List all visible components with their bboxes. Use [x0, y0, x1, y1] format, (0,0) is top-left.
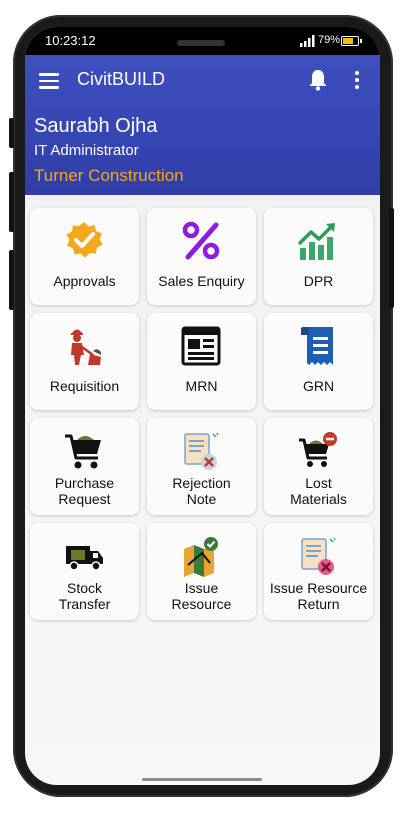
tile-requisition[interactable]: Requisition: [30, 313, 139, 410]
tile-label: Issue Resource Return: [269, 580, 368, 612]
status-bar: 10:23:12 79%: [25, 27, 380, 61]
document-return-icon: [301, 537, 336, 575]
approval-badge-icon: [66, 222, 103, 258]
tile-lost-materials[interactable]: Lost Materials: [264, 418, 373, 515]
battery-icon: [341, 36, 362, 46]
newspaper-icon: [181, 326, 221, 366]
speaker: [177, 40, 225, 46]
tile-label: Lost Materials: [290, 475, 347, 507]
tile-mrn[interactable]: MRN: [147, 313, 256, 410]
tile-label: Purchase Request: [54, 475, 115, 507]
user-role: IT Administrator: [34, 142, 139, 159]
company-name[interactable]: Turner Construction: [34, 166, 184, 186]
tile-sales-enquiry[interactable]: Sales Enquiry: [147, 208, 256, 305]
tile-issue-resource-return[interactable]: Issue Resource Return: [264, 523, 373, 620]
battery-percent: 79%: [318, 34, 341, 46]
notification-bell-icon[interactable]: [308, 69, 328, 91]
tile-label: Rejection Note: [172, 475, 231, 507]
signal-icon: [300, 35, 315, 47]
screen: 10:23:12 79% CivitBUILD Saurabh Ojha IT …: [25, 27, 380, 785]
receipt-icon: [301, 327, 333, 365]
side-button: [9, 118, 14, 148]
tile-dpr[interactable]: DPR: [264, 208, 373, 305]
tile-issue-resource[interactable]: Issue Resource: [147, 523, 256, 620]
percent-icon: [182, 221, 220, 260]
map-check-icon: [184, 537, 218, 577]
power-button: [389, 208, 394, 308]
tile-label: Sales Enquiry: [158, 273, 245, 289]
more-options-icon[interactable]: [355, 71, 361, 91]
tile-stock-transfer[interactable]: Stock Transfer: [30, 523, 139, 620]
volume-up-button: [9, 172, 14, 232]
tile-label: Stock Transfer: [58, 580, 111, 612]
tile-label: GRN: [302, 378, 335, 394]
home-indicator[interactable]: [142, 778, 262, 781]
user-name: Saurabh Ojha: [34, 115, 158, 137]
tile-label: Issue Resource: [171, 580, 232, 612]
tile-approvals[interactable]: Approvals: [30, 208, 139, 305]
hamburger-menu-icon[interactable]: [39, 73, 59, 89]
battery-fill: [343, 38, 353, 44]
cart-icon: [65, 434, 101, 469]
construction-worker-icon: [71, 329, 101, 365]
tile-grn[interactable]: GRN: [264, 313, 373, 410]
truck-icon: [66, 546, 103, 571]
growth-chart-icon: [297, 223, 335, 260]
tile-purchase-request[interactable]: Purchase Request: [30, 418, 139, 515]
rejected-document-icon: [184, 432, 219, 470]
app-title: CivitBUILD: [77, 69, 166, 89]
app-header: CivitBUILD Saurabh Ojha IT Administrator…: [25, 55, 380, 195]
tile-rejection-note[interactable]: Rejection Note: [147, 418, 256, 515]
status-time: 10:23:12: [45, 33, 96, 48]
tile-label: DPR: [303, 273, 334, 289]
tile-label: Approvals: [53, 273, 116, 289]
cart-remove-icon: [299, 432, 337, 467]
volume-down-button: [9, 250, 14, 310]
tile-label: MRN: [185, 378, 218, 394]
tile-label: Requisition: [49, 378, 120, 394]
